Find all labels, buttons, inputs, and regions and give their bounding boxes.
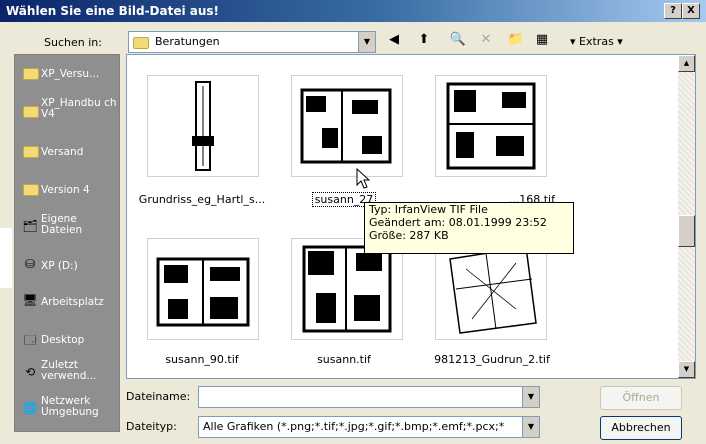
scroll-up-icon[interactable]: ▲ <box>678 55 695 72</box>
chevron-down-icon[interactable]: ▼ <box>522 387 539 407</box>
floorplan-icon <box>446 82 536 170</box>
file-name[interactable]: susann_90.tif <box>127 353 277 366</box>
back-icon[interactable]: ◀ <box>384 30 404 50</box>
file-info-tooltip: Typ: IrfanView TIF File Geändert am: 08.… <box>364 202 574 254</box>
place-item[interactable]: XP_Versu... <box>19 57 119 93</box>
place-item[interactable]: 🌐 Netzwerk Umgebung <box>19 393 119 429</box>
file-thumbnail[interactable] <box>147 238 259 340</box>
cancel-button[interactable]: Abbrechen <box>600 416 682 440</box>
close-button[interactable]: X <box>682 3 700 19</box>
filetype-select[interactable]: Alle Grafiken (*.png;*.tif;*.jpg;*.gif;*… <box>198 416 540 438</box>
file-name[interactable]: 981213_Gudrun_2.tif <box>417 353 567 366</box>
drive-icon: ⛁ <box>24 257 36 271</box>
lookin-combo[interactable]: Beratungen ▼ <box>128 31 376 53</box>
floorplan-icon <box>300 88 392 164</box>
file-thumbnail[interactable] <box>435 75 547 177</box>
help-button[interactable]: ? <box>664 3 682 19</box>
folder-icon <box>21 143 39 159</box>
vertical-scrollbar[interactable]: ▲ ▼ <box>678 55 695 378</box>
views-icon[interactable]: ▦ <box>532 30 552 50</box>
file-thumbnail[interactable] <box>291 75 403 177</box>
title-bar: Wählen Sie eine Bild-Datei aus! ? X <box>0 0 706 22</box>
folder-icon <box>21 103 39 119</box>
place-item[interactable]: Versand <box>19 135 119 171</box>
folder-icon <box>133 36 149 50</box>
filename-label: Dateiname: <box>126 390 191 403</box>
search-web-icon[interactable]: 🔍 <box>448 30 468 50</box>
mouse-cursor-icon <box>356 168 371 189</box>
lookin-label: Suchen in: <box>44 36 102 49</box>
floorplan-icon <box>302 245 392 333</box>
filetype-label: Dateityp: <box>126 420 177 433</box>
file-name[interactable]: susann.tif <box>269 353 419 366</box>
documents-icon: 🗂 <box>22 219 38 233</box>
places-bar: XP_Versu... XP_Handbu ch V4 Versand Vers… <box>14 54 120 432</box>
place-item[interactable]: 🗂 Eigene Dateien <box>19 211 119 247</box>
filename-input[interactable]: ▼ <box>198 386 540 408</box>
dialog-title: Wählen Sie eine Bild-Datei aus! <box>6 4 220 18</box>
chevron-down-icon[interactable]: ▼ <box>522 417 539 437</box>
tooltip-modified: Geändert am: 08.01.1999 23:52 <box>369 216 547 229</box>
scrollbar-thumb[interactable] <box>678 215 695 247</box>
place-item[interactable]: 🗔 Desktop <box>19 323 119 359</box>
background-window-edge <box>0 228 12 288</box>
lookin-value: Beratungen <box>155 35 220 48</box>
tooltip-size: Größe: 287 KB <box>369 229 449 242</box>
network-icon: 🌐 <box>22 401 38 415</box>
floorplan-icon <box>192 81 214 171</box>
open-button[interactable]: Öffnen <box>600 386 682 410</box>
file-name[interactable]: Grundriss_eg_Hartl_s... <box>127 193 277 206</box>
place-item[interactable]: ⛁ XP (D:) <box>19 249 119 285</box>
floorplan-icon <box>156 257 250 327</box>
place-item[interactable]: Version 4 <box>19 173 119 209</box>
folder-icon <box>21 65 39 81</box>
tooltip-type: Typ: IrfanView TIF File <box>369 203 488 216</box>
recent-icon: ⟲ <box>24 365 36 379</box>
place-item[interactable]: 🖥 Arbeitsplatz <box>19 285 119 321</box>
extras-menu[interactable]: ▾ Extras ▾ <box>570 35 623 48</box>
desktop-icon: 🗔 <box>23 333 37 347</box>
up-folder-icon[interactable]: ⬆ <box>414 30 434 50</box>
delete-icon[interactable]: ✕ <box>476 30 496 50</box>
chevron-down-icon[interactable]: ▼ <box>358 32 375 52</box>
floorplan-icon <box>449 246 537 334</box>
new-folder-icon[interactable]: 📁 <box>506 30 526 50</box>
folder-icon <box>21 181 39 197</box>
scroll-down-icon[interactable]: ▼ <box>678 361 695 378</box>
computer-icon: 🖥 <box>22 293 38 307</box>
place-item[interactable]: ⟲ Zuletzt verwend... <box>19 357 119 393</box>
place-item[interactable]: XP_Handbu ch V4 <box>19 95 119 131</box>
file-thumbnail[interactable] <box>147 75 259 177</box>
